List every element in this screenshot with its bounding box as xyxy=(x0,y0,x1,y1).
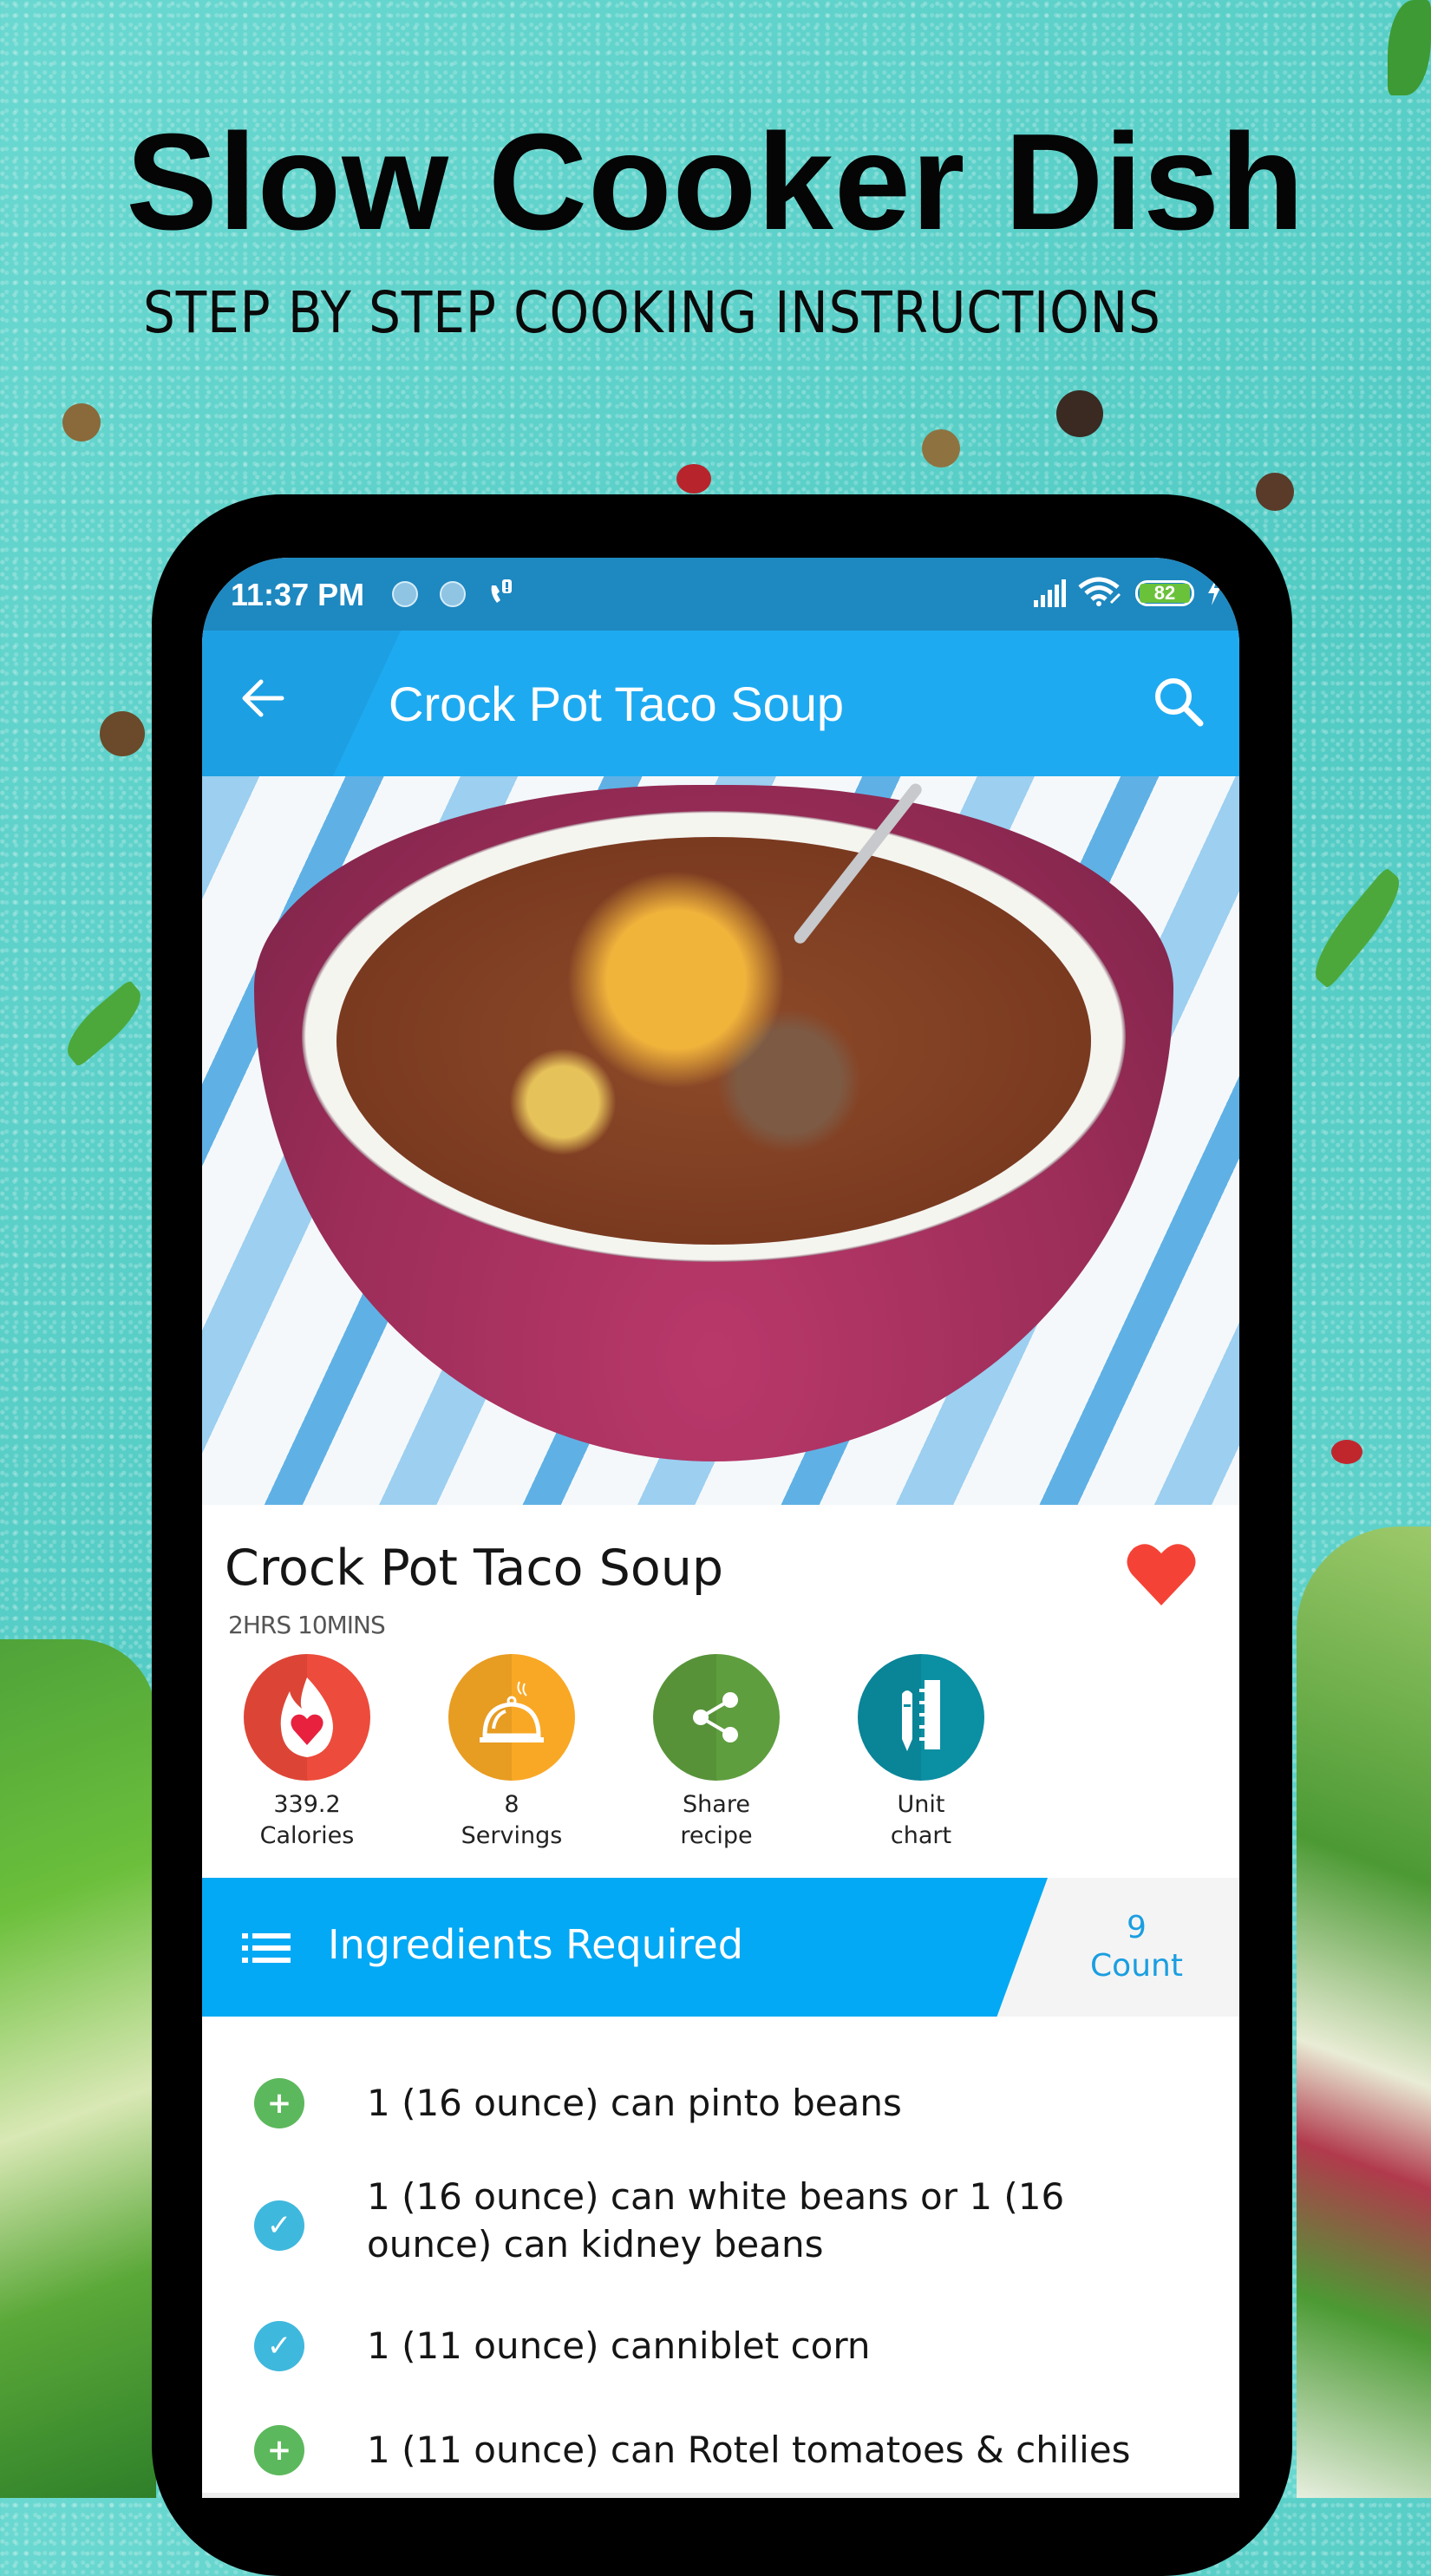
ingredients-count-value: 9 xyxy=(1127,1910,1147,1945)
promo-subtitle: STEP BY STEP COOKING INSTRUCTIONS xyxy=(143,279,1161,346)
call-alert-icon xyxy=(488,577,514,610)
ingredients-count-label: Count xyxy=(1090,1948,1183,1984)
calories-value: 339.2 xyxy=(273,1791,341,1818)
ingredient-text: 1 (16 ounce) can pinto beans xyxy=(367,2082,902,2124)
charging-icon xyxy=(1206,578,1222,609)
add-ingredient-icon[interactable]: + xyxy=(254,2078,304,2128)
status-bar: 11:37 PM 82 xyxy=(202,558,1239,631)
ingredient-text: 1 (11 ounce) can Rotel tomatoes & chilie… xyxy=(367,2429,1131,2471)
herb-leaf-decoration xyxy=(1388,0,1431,95)
arrow-left-icon xyxy=(242,679,284,717)
heart-icon xyxy=(1127,1544,1196,1605)
peppercorn-decoration xyxy=(1256,473,1294,511)
app-bar-title: Crock Pot Taco Soup xyxy=(389,677,845,731)
servings-value: 8 xyxy=(504,1791,519,1818)
ingredients-header: Ingredients Required 9 Count xyxy=(202,1878,1239,2017)
unit-chart-icon xyxy=(902,1680,940,1751)
peppercorn-decoration xyxy=(1331,1440,1362,1464)
recipe-hero-image xyxy=(202,776,1239,1505)
ingredient-text: 1 (11 ounce) canniblet corn xyxy=(367,2324,871,2367)
promo-title: Slow Cooker Dish xyxy=(126,106,1305,258)
recipe-actions: 339.2 Calories 8 Servings Share recipe U… xyxy=(244,1654,984,1852)
ingredients-title: Ingredients Required xyxy=(328,1921,743,1968)
checked-ingredient-icon[interactable]: ✓ xyxy=(254,2200,304,2251)
servings-label: Servings xyxy=(461,1822,563,1849)
ingredient-item[interactable]: ✓ 1 (16 ounce) can white beans or 1 (16 … xyxy=(202,2164,1239,2277)
herb-leaf-decoration xyxy=(56,979,152,1068)
wifi-icon xyxy=(1078,577,1123,610)
salad-decoration-left xyxy=(0,1639,156,2498)
share-recipe-button[interactable]: Share recipe xyxy=(653,1654,780,1852)
peppercorn-decoration xyxy=(62,403,101,441)
herb-leaf-decoration xyxy=(1302,866,1413,990)
add-ingredient-icon[interactable]: + xyxy=(254,2425,304,2475)
ingredients-banner: Ingredients Required xyxy=(202,1878,1048,2017)
phone-screen: 11:37 PM 82 Crock Pot Taco Soup Crock Po… xyxy=(202,558,1239,2498)
ingredient-text: 1 (16 ounce) can white beans or 1 (16 ou… xyxy=(367,2175,1065,2265)
unit-chart-button[interactable]: Unit chart xyxy=(858,1654,984,1852)
share-icon xyxy=(693,1692,738,1742)
favorite-button[interactable] xyxy=(1125,1541,1198,1607)
battery-level: 82 xyxy=(1140,584,1190,603)
signal-icon xyxy=(1034,579,1066,607)
ingredient-item[interactable]: + 1 (16 ounce) can pinto beans xyxy=(202,2060,1239,2147)
search-button[interactable] xyxy=(1153,676,1206,729)
soup-bowl-graphic xyxy=(254,781,1173,1461)
ingredients-count: 9 Count xyxy=(1056,1909,1217,1985)
notification-dot-icon xyxy=(440,581,466,607)
back-button[interactable] xyxy=(237,674,289,726)
calorie-flame-icon xyxy=(280,1677,333,1757)
ingredient-item[interactable]: + 1 (11 ounce) can Rotel tomatoes & chil… xyxy=(202,2407,1239,2494)
share-label-line2: recipe xyxy=(680,1822,753,1849)
status-time: 11:37 PM xyxy=(231,577,365,612)
calories-label: Calories xyxy=(259,1822,355,1849)
peppercorn-decoration xyxy=(100,711,145,756)
peppercorn-decoration xyxy=(676,464,711,494)
unit-chart-label-line2: chart xyxy=(890,1822,952,1849)
checked-ingredient-icon[interactable]: ✓ xyxy=(254,2321,304,2371)
app-bar: Crock Pot Taco Soup xyxy=(202,631,1239,776)
search-icon xyxy=(1155,678,1204,727)
bottom-divider xyxy=(202,2493,1239,2498)
recipe-title: Crock Pot Taco Soup xyxy=(225,1540,724,1597)
serving-cloche-icon xyxy=(480,1681,544,1742)
peppercorn-decoration xyxy=(922,429,960,467)
list-icon xyxy=(242,1933,291,1963)
share-label-line1: Share xyxy=(683,1791,750,1818)
calories-button[interactable]: 339.2 Calories xyxy=(244,1654,370,1852)
recipe-info-card: Crock Pot Taco Soup 2HRS 10MINS 339.2 Ca… xyxy=(202,1505,1239,1869)
battery-icon: 82 xyxy=(1135,580,1194,606)
recipe-cook-time: 2HRS 10MINS xyxy=(228,1611,386,1639)
servings-button[interactable]: 8 Servings xyxy=(448,1654,575,1852)
salad-decoration-right xyxy=(1297,1527,1431,2498)
ingredient-item[interactable]: ✓ 1 (11 ounce) canniblet corn xyxy=(202,2303,1239,2390)
unit-chart-label-line1: Unit xyxy=(897,1791,945,1818)
peppercorn-decoration xyxy=(1056,390,1103,437)
notification-dot-icon xyxy=(392,581,418,607)
